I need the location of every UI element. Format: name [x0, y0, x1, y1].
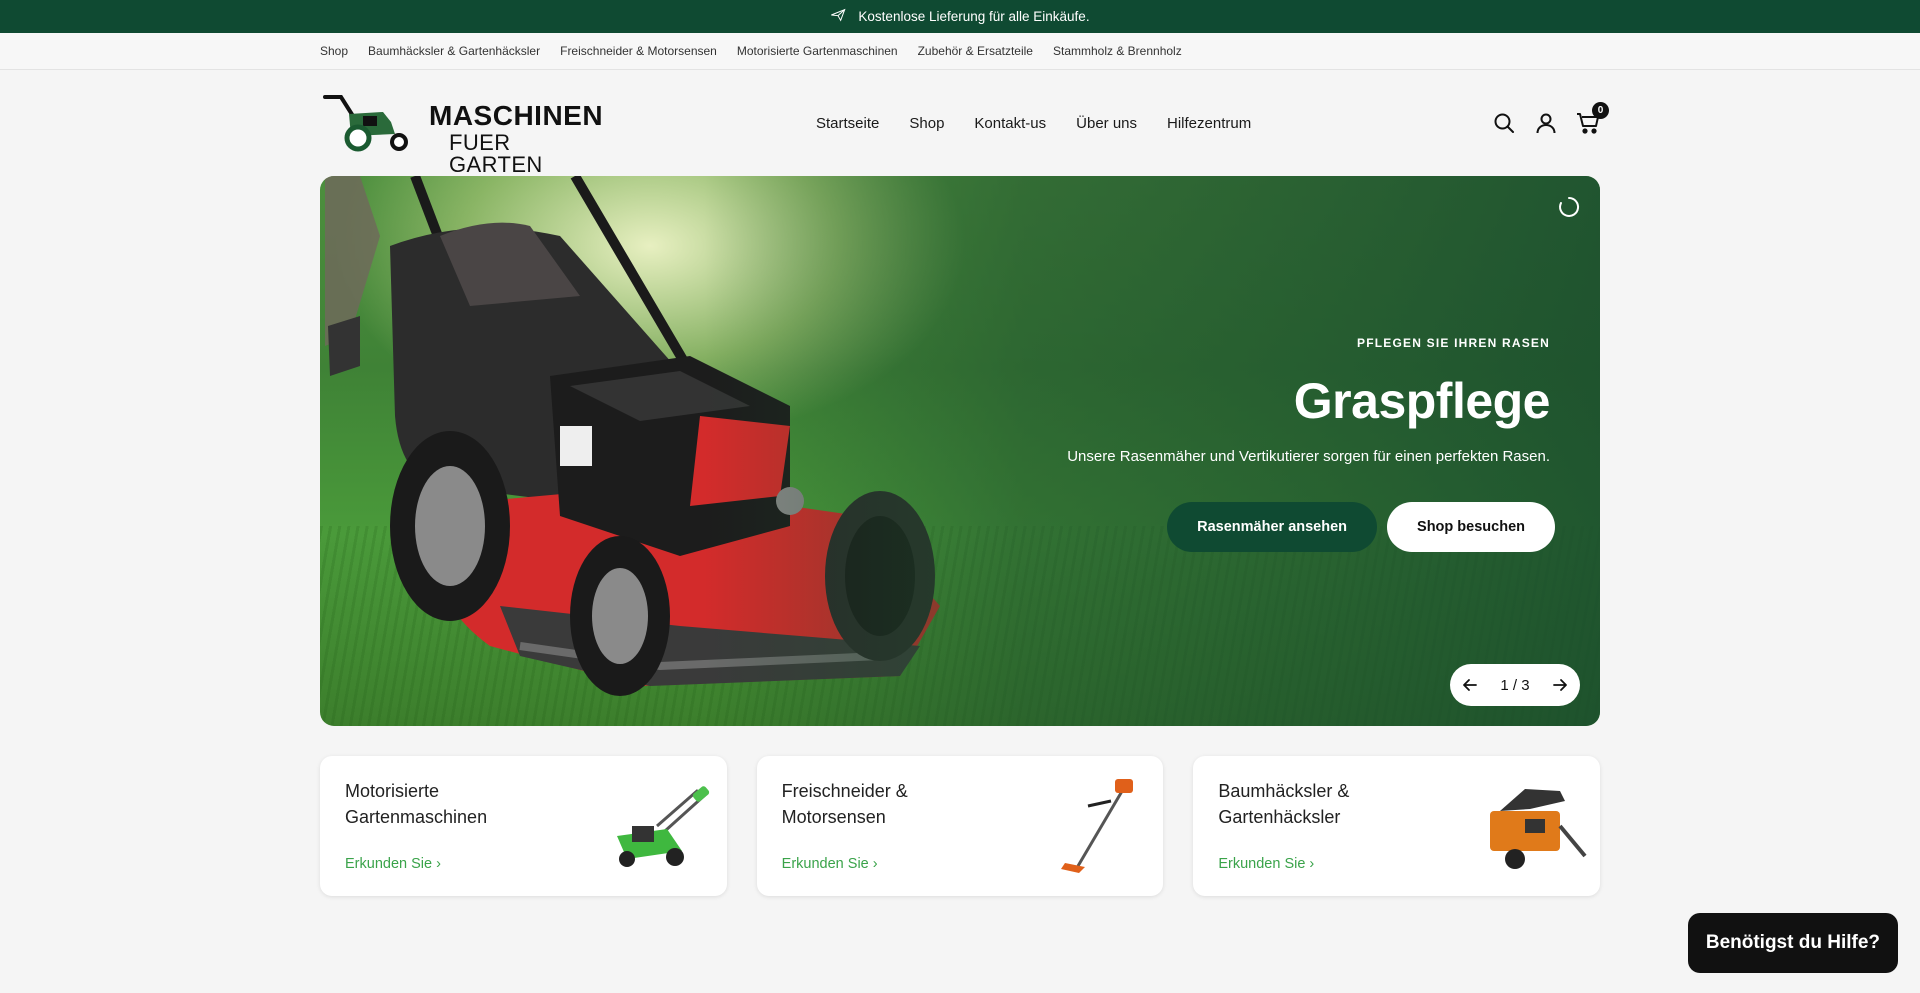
- card-title: Baumhäcksler & Gartenhäcksler: [1218, 781, 1350, 827]
- cart-icon[interactable]: 0: [1576, 102, 1609, 135]
- category-card-baumhaecksler[interactable]: Baumhäcksler & Gartenhäcksler Erkunden S…: [1193, 756, 1601, 896]
- plane-icon: [830, 7, 846, 26]
- card-explore-link[interactable]: Erkunden Sie ›: [1218, 856, 1314, 872]
- autoplay-progress-icon[interactable]: [1558, 196, 1580, 218]
- user-icon[interactable]: [1534, 111, 1558, 135]
- nav-hilfezentrum[interactable]: Hilfezentrum: [1167, 115, 1251, 132]
- announcement-text: Kostenlose Lieferung für alle Einkäufe.: [858, 9, 1090, 24]
- announcement-bar: Kostenlose Lieferung für alle Einkäufe.: [0, 0, 1920, 33]
- card-title: Freischneider & Motorsensen: [781, 781, 908, 827]
- hero-title: Graspflege: [1293, 373, 1551, 429]
- slide-counter: 1 / 3: [1500, 676, 1530, 694]
- arrow-right-icon[interactable]: [1552, 677, 1568, 693]
- nav-shop[interactable]: Shop: [909, 115, 944, 132]
- card-title: Motorisierte Gartenmaschinen: [345, 781, 488, 827]
- card-explore-link[interactable]: Erkunden Sie ›: [782, 856, 878, 872]
- brushcutter-image: [1061, 779, 1134, 873]
- main-nav: Startseite Shop Kontakt-us Über uns Hilf…: [816, 70, 1251, 176]
- secondary-nav: Shop Baumhäcksler & Gartenhäcksler Freis…: [0, 33, 1920, 70]
- site-header: MASCHINEN FUER GARTEN Startseite Shop Ko…: [0, 70, 1920, 176]
- hero-description: Unsere Rasenmäher und Vertikutierer sorg…: [1067, 448, 1550, 465]
- subnav-shop[interactable]: Shop: [320, 44, 348, 58]
- visit-shop-button[interactable]: Shop besuchen: [1387, 502, 1555, 552]
- lawnmower-logo-icon: [323, 95, 408, 152]
- logo-sub-text: FUER GARTEN: [449, 130, 543, 177]
- nav-startseite[interactable]: Startseite: [816, 115, 879, 132]
- wood-chipper-image: [1490, 789, 1587, 869]
- hero-slideshow: PFLEGEN SIE IHREN RASEN Graspflege Unser…: [320, 176, 1600, 726]
- subnav-zubehoer[interactable]: Zubehör & Ersatzteile: [918, 44, 1033, 58]
- hero-content: PFLEGEN SIE IHREN RASEN Graspflege Unser…: [1067, 336, 1555, 552]
- nav-ueber-uns[interactable]: Über uns: [1076, 115, 1137, 132]
- category-card-freischneider[interactable]: Freischneider & Motorsensen Erkunden Sie…: [756, 756, 1164, 896]
- arrow-left-icon[interactable]: [1462, 677, 1478, 693]
- cart-count-badge: 0: [1592, 102, 1609, 119]
- green-lawnmower-image: [616, 786, 709, 867]
- view-lawnmowers-button[interactable]: Rasenmäher ansehen: [1167, 502, 1378, 552]
- slide-pager: 1 / 3: [1450, 664, 1580, 706]
- category-cards: Motorisierte Gartenmaschinen Erkunden Si…: [320, 756, 1601, 896]
- site-logo[interactable]: MASCHINEN FUER GARTEN: [323, 94, 603, 176]
- card-explore-link[interactable]: Erkunden Sie ›: [345, 856, 441, 872]
- logo-main-text: MASCHINEN: [429, 100, 604, 131]
- subnav-motorisierte[interactable]: Motorisierte Gartenmaschinen: [737, 44, 898, 58]
- category-card-motorisierte[interactable]: Motorisierte Gartenmaschinen Erkunden Si…: [320, 756, 727, 896]
- subnav-stammholz[interactable]: Stammholz & Brennholz: [1053, 44, 1182, 58]
- nav-kontakt[interactable]: Kontakt-us: [974, 115, 1046, 132]
- subnav-freischneider[interactable]: Freischneider & Motorsensen: [560, 44, 717, 58]
- help-chat-button[interactable]: Benötigst du Hilfe?: [1687, 913, 1898, 973]
- search-icon[interactable]: [1492, 111, 1516, 135]
- hero-eyebrow: PFLEGEN SIE IHREN RASEN: [1357, 336, 1550, 350]
- header-icons: 0: [1492, 70, 1609, 176]
- subnav-baumhaecksler[interactable]: Baumhäcksler & Gartenhäcksler: [368, 44, 540, 58]
